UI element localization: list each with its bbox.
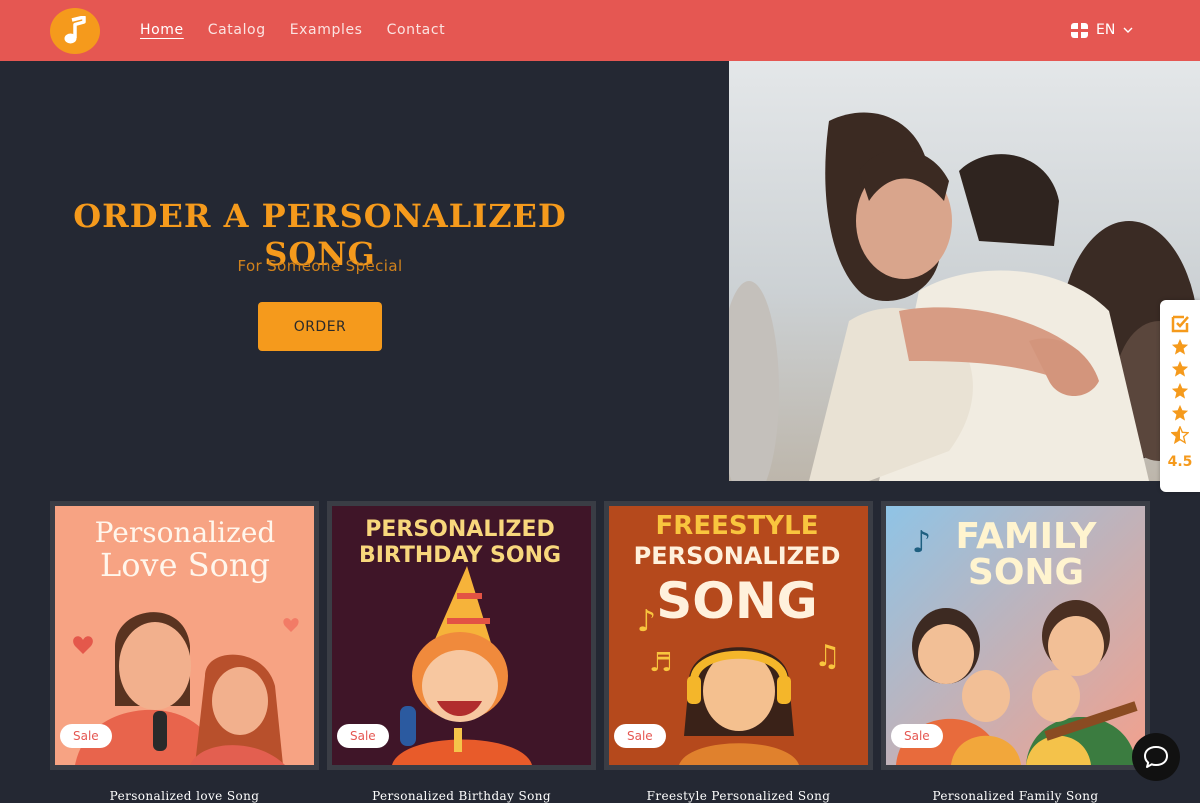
site-header: Home Catalog Examples Contact EN: [0, 0, 1200, 61]
product-title[interactable]: Personalized love Song: [50, 789, 319, 803]
rating-score: 4.5: [1167, 454, 1193, 470]
product-title[interactable]: Personalized Birthday Song: [327, 789, 596, 803]
sale-badge: Sale: [60, 724, 112, 748]
logo[interactable]: [50, 8, 100, 54]
product-image-frame: FREESTYLE PERSONALIZED SONG ♪ ♫ ♬ Sale: [604, 501, 873, 770]
order-button[interactable]: ORDER: [258, 302, 382, 351]
art-text: Love Song: [100, 546, 270, 584]
art-text: SONG: [656, 572, 817, 630]
language-selector[interactable]: EN: [1071, 22, 1133, 38]
product-image-frame: FAMILY SONG ♪ Sale: [881, 501, 1150, 770]
main-nav: Home Catalog Examples Contact: [140, 22, 445, 38]
product-card[interactable]: FREESTYLE PERSONALIZED SONG ♪ ♫ ♬ Sale F…: [604, 501, 873, 803]
svg-text:♬: ♬: [649, 648, 672, 678]
art-text: BIRTHDAY SONG: [359, 543, 561, 568]
svg-text:♪: ♪: [912, 525, 931, 560]
star-icon: [1171, 338, 1189, 355]
chevron-down-icon: [1123, 27, 1133, 33]
star-icon: [1171, 382, 1189, 399]
product-image-frame: PERSONALIZED BIRTHDAY SONG Sale: [327, 501, 596, 770]
star-icon: [1171, 360, 1189, 377]
hero-subtitle: For Someone Special: [237, 257, 403, 275]
product-card[interactable]: Personalized Love Song Sale Personalized…: [50, 501, 319, 803]
product-title[interactable]: Personalized Family Song: [881, 789, 1150, 803]
music-note-icon: [64, 16, 86, 44]
art-text: PERSONALIZED: [634, 542, 841, 570]
sale-badge: Sale: [891, 724, 943, 748]
sale-badge: Sale: [614, 724, 666, 748]
svg-text:♫: ♫: [814, 639, 841, 674]
art-text: FREESTYLE: [656, 511, 819, 541]
art-text: SONG: [968, 552, 1084, 593]
svg-text:♪: ♪: [637, 604, 656, 639]
chat-bubble-icon: [1144, 746, 1168, 768]
art-text: PERSONALIZED: [365, 517, 555, 542]
nav-contact[interactable]: Contact: [387, 22, 446, 38]
sale-badge: Sale: [337, 724, 389, 748]
nav-home[interactable]: Home: [140, 22, 184, 38]
hero-image: [729, 61, 1200, 481]
flag-icon: [1071, 22, 1088, 38]
rating-widget[interactable]: 4.5: [1160, 300, 1200, 492]
product-card[interactable]: PERSONALIZED BIRTHDAY SONG Sale Personal…: [327, 501, 596, 803]
check-badge-icon: [1171, 315, 1189, 333]
chat-button[interactable]: [1132, 733, 1180, 781]
nav-examples[interactable]: Examples: [290, 22, 363, 38]
product-image-frame: Personalized Love Song Sale: [50, 501, 319, 770]
art-text: Personalized: [95, 516, 276, 549]
language-label: EN: [1096, 22, 1116, 38]
product-card[interactable]: FAMILY SONG ♪ Sale Personalized Family S…: [881, 501, 1150, 803]
star-icon: [1171, 404, 1189, 421]
product-title[interactable]: Freestyle Personalized Song: [604, 789, 873, 803]
product-grid: Personalized Love Song Sale Personalized…: [50, 501, 1150, 803]
art-text: FAMILY: [956, 516, 1098, 557]
nav-catalog[interactable]: Catalog: [208, 22, 266, 38]
star-half-icon: [1171, 426, 1189, 444]
